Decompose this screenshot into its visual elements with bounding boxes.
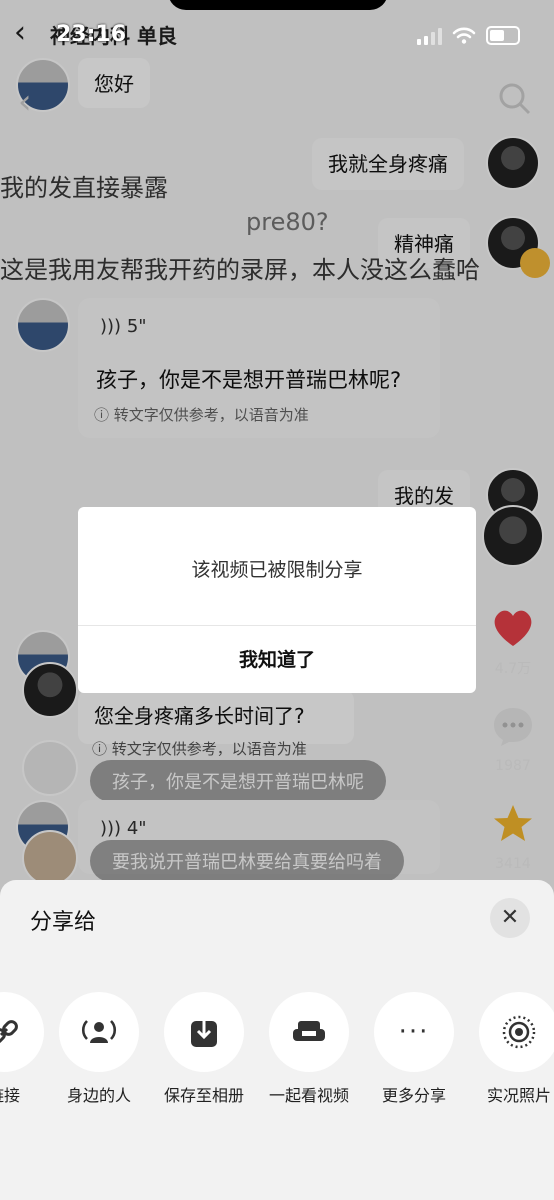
restriction-dialog: 该视频已被限制分享 我知道了 [78,507,476,693]
battery-icon [486,26,520,45]
share-item-label: 一起看视频 [268,1086,349,1105]
share-item-save[interactable]: 保存至相册 [154,992,254,1106]
share-item-label: 链接 [0,1086,20,1105]
app-screen: ‹ 神经内科 单良 您好 ‹ 我就全身疼痛 我的发直接暴露 pre80? 精神痛… [0,0,554,1200]
sofa-icon [293,1021,325,1041]
share-item-more[interactable]: ··· 更多分享 [364,992,464,1106]
close-icon[interactable]: ✕ [490,898,530,938]
share-item-watch-together[interactable]: 一起看视频 [259,992,359,1106]
share-item-label: 保存至相册 [163,1086,244,1105]
cellular-signal-icon [417,27,442,45]
wifi-icon [452,27,476,44]
nearby-people-icon [81,1020,117,1043]
dialog-message: 该视频已被限制分享 [191,559,363,581]
share-item-live-photo[interactable]: 实况照片 [469,992,554,1106]
share-item-label: 身边的人 [66,1086,131,1105]
notch [168,0,388,10]
share-item-nearby[interactable]: 身边的人 [49,992,149,1106]
share-item-label: 实况照片 [486,1086,551,1105]
save-icon [191,1017,217,1047]
share-item-label: 更多分享 [381,1086,446,1105]
share-sheet-title: 分享给 [30,910,97,935]
dialog-divider [78,625,476,626]
acknowledge-button[interactable]: 我知道了 [78,627,476,693]
share-sheet: 分享给 ✕ 链接 身边的人 [0,880,554,1200]
status-time: 23:16 [56,22,127,47]
more-icon: ··· [398,1017,430,1047]
share-item-link[interactable]: 链接 [0,992,54,1106]
live-photo-icon [502,1015,536,1049]
link-icon [0,1020,18,1044]
